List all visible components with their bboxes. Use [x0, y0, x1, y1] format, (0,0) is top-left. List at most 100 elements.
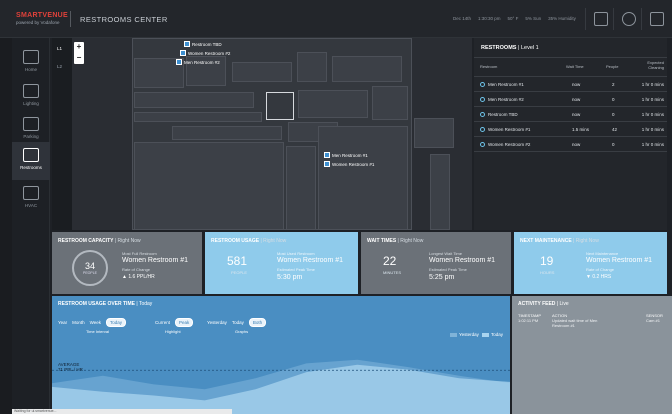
- map-room: [332, 56, 402, 82]
- wait-time: now: [572, 112, 581, 117]
- feed-heading: ACTIVITY FEED: [518, 301, 556, 307]
- brand-logo: SMARTVENUE powered by Vodafone: [16, 12, 68, 25]
- restroom-name: Women Restroom #2: [488, 142, 531, 147]
- maintenance-card[interactable]: NEXT MAINTENANCE | Right Now 19 HOURS Ne…: [514, 232, 667, 294]
- help-icon[interactable]: [622, 12, 636, 26]
- card-title: WAIT TIMES | Right Now: [367, 238, 423, 244]
- maintenance-value: 19: [540, 254, 554, 268]
- map-room: [430, 154, 450, 230]
- card-title: RESTROOM USAGE | Right Now: [211, 238, 286, 244]
- people-count: 0: [612, 97, 615, 102]
- map-pin[interactable]: Women Restroom #1: [324, 161, 374, 167]
- people-count: 42: [612, 127, 618, 132]
- column-header: Expected Cleaning: [647, 60, 664, 70]
- panel-level: Level 1: [520, 45, 539, 51]
- table-row[interactable]: Men Restroom #1 now 2 1 hr 0 mins: [474, 78, 667, 92]
- metric-label: Estimated Peak Time: [429, 267, 467, 272]
- capacity-gauge: 34 PEOPLE: [72, 250, 108, 286]
- logout-icon[interactable]: [650, 12, 664, 26]
- people-count: 2: [612, 82, 615, 87]
- zoom-control: + −: [74, 42, 84, 64]
- level-tab-l2[interactable]: L2: [57, 64, 62, 69]
- map-pin[interactable]: Men Restroom #1: [324, 152, 368, 158]
- capacity-card[interactable]: RESTROOM CAPACITY | Right Now 34 PEOPLE …: [52, 232, 202, 294]
- sidebar-item-home[interactable]: Home: [12, 44, 50, 82]
- feed-title: ACTIVITY FEED | Live: [518, 301, 569, 307]
- restroom-name: Men Restroom #1: [488, 82, 524, 87]
- browser-status-bar: Waiting for ui.smartvenue...: [12, 409, 232, 414]
- maintenance-unit: HOURS: [540, 270, 555, 275]
- floor-map[interactable]: + − Restroom TBD Women Restroom #2 Men R…: [72, 38, 472, 230]
- sidebar-item-hvac[interactable]: HVAC: [12, 180, 50, 218]
- metric-label: Next Maintenance: [586, 251, 619, 256]
- map-room: [414, 118, 454, 148]
- card-heading: NEXT MAINTENANCE: [520, 238, 572, 244]
- expected-cleaning: 1 hr 0 mins: [641, 82, 664, 87]
- restroom-status-icon: [480, 82, 485, 87]
- feed-sensor: Cam #1: [646, 318, 661, 323]
- usage-card[interactable]: RESTROOM USAGE | Right Now 581 PEOPLE Mo…: [205, 232, 358, 294]
- map-pin[interactable]: Women Restroom #2: [180, 50, 230, 56]
- average-annotation: AVERAGE 71 PPL / HR: [58, 362, 83, 372]
- restroom-status-icon: [480, 127, 485, 132]
- column-header: Restroom: [480, 64, 498, 69]
- expected-cleaning: 1 hr 0 mins: [641, 142, 664, 147]
- home-icon: [23, 50, 39, 64]
- map-pin[interactable]: Restroom TBD: [184, 41, 222, 47]
- sidebar-item-restrooms[interactable]: Restrooms: [12, 142, 50, 180]
- level-selector: L1 L2: [52, 38, 72, 230]
- metric-label: Rate of Change: [586, 267, 615, 272]
- map-room: [318, 126, 408, 230]
- weather-readout: 5% Sun: [525, 16, 542, 21]
- metric-label: Most Used Restroom: [277, 251, 315, 256]
- usage-area-chart: [52, 359, 510, 414]
- sidebar-item-label: Lighting: [23, 101, 39, 106]
- table-row[interactable]: Restroom TBD now 0 1 hr 0 mins: [474, 108, 667, 122]
- temperature-readout: 50° F: [507, 16, 519, 21]
- humidity-readout: 35% Humidity: [548, 16, 576, 21]
- restroom-pin-icon: [176, 59, 182, 65]
- table-header: Restroom Wait Time People Expected Clean…: [474, 57, 667, 77]
- restrooms-panel: RESTROOMS | Level 1 Restroom Wait Time P…: [474, 38, 667, 230]
- metric-value: 5:25 pm: [429, 274, 455, 281]
- toolbar-divider: [641, 8, 642, 30]
- wait-time: now: [572, 142, 581, 147]
- map-pin[interactable]: Men Restroom #2: [176, 59, 220, 65]
- metric-value: Women Restroom #1: [122, 257, 189, 264]
- restroom-status-icon: [480, 142, 485, 147]
- card-heading: WAIT TIMES: [367, 238, 397, 244]
- sidebar-item-label: HVAC: [24, 203, 38, 208]
- wait-times-card[interactable]: WAIT TIMES | Right Now 22 MINUTES Longes…: [361, 232, 511, 294]
- restroom-status-icon: [480, 112, 485, 117]
- card-heading: RESTROOM USAGE: [211, 238, 260, 244]
- highlighted-room[interactable]: [266, 92, 294, 120]
- usage-value: 581: [227, 254, 248, 268]
- table-row[interactable]: Women Restroom #2 now 0 1 hr 0 mins: [474, 138, 667, 152]
- map-room: [297, 52, 327, 82]
- brand-name: SMARTVENUE: [16, 12, 69, 19]
- map-pin-label: Restroom TBD: [192, 41, 222, 47]
- restroom-pin-icon: [324, 152, 330, 158]
- zoom-in-button[interactable]: +: [74, 42, 84, 53]
- table-row[interactable]: Men Restroom #2 now 0 1 hr 0 mins: [474, 93, 667, 107]
- map-pin-label: Men Restroom #1: [332, 152, 368, 158]
- map-room: [172, 126, 282, 140]
- average-value: 71 PPL / HR: [58, 367, 83, 372]
- feed-timestamp: 1:02:11 PM: [518, 318, 539, 323]
- capacity-unit: PEOPLE: [82, 271, 97, 275]
- map-room: [286, 146, 316, 230]
- level-tab-l1[interactable]: L1: [57, 46, 62, 51]
- table-row[interactable]: Women Restroom #1 1.5 mins 42 1 hr 0 mins: [474, 123, 667, 137]
- people-count: 0: [612, 142, 615, 147]
- wait-time: now: [572, 82, 581, 87]
- map-room: [134, 112, 262, 122]
- expected-cleaning: 1 hr 0 mins: [641, 127, 664, 132]
- metric-value: ▼ 0.2 HRS: [586, 274, 612, 280]
- sidebar: Home Lighting Parking Restrooms HVAC: [12, 38, 50, 414]
- zoom-out-button[interactable]: −: [74, 53, 84, 64]
- restroom-pin-icon: [180, 50, 186, 56]
- map-room: [298, 90, 368, 118]
- toolbar-divider: [585, 8, 586, 30]
- camera-icon[interactable]: [594, 12, 608, 26]
- wait-time: now: [572, 97, 581, 102]
